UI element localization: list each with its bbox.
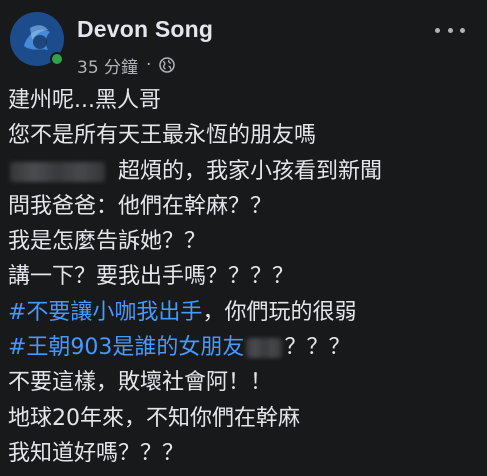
hashtag-link[interactable]: #王朝903是誰的女朋友: [8, 335, 244, 360]
post-line: 您不是所有天王最永恆的朋友嗎: [8, 123, 317, 149]
post-line: 我是怎麼告訴她？？: [8, 229, 207, 255]
post-body: 建州呢...黑人哥 您不是所有天王最永恆的朋友嗎 超煩的，我家小孩看到新聞 問我…: [8, 83, 483, 471]
hashtag-link[interactable]: #不要讓小咖我出手: [8, 300, 202, 325]
post-line: 建州呢...黑人哥: [8, 88, 161, 113]
post-line: 我知道好嗎？？？: [8, 440, 185, 466]
globe-icon[interactable]: [159, 57, 176, 73]
post-line: 問我爸爸：他們在幹麻？？: [8, 193, 273, 219]
post-line: 講一下？要我出手嗎？？？？: [8, 264, 295, 290]
post-line: 不要這樣，敗壞社會阿！！: [8, 370, 273, 396]
facebook-post: Devon Song 35 分鐘 · 建州呢...黑人哥 您不是所有天王最永恆的…: [0, 0, 487, 476]
post-timestamp[interactable]: 35 分鐘: [77, 53, 138, 78]
post-line: 超煩的，我家小孩看到新聞: [8, 154, 483, 189]
blurred-name: [246, 338, 283, 359]
post-line: #王朝903是誰的女朋友？？？: [8, 335, 351, 361]
author-name[interactable]: Devon Song: [77, 16, 213, 43]
post-header: Devon Song 35 分鐘 ·: [10, 12, 477, 78]
post-meta: 35 分鐘 ·: [77, 53, 176, 78]
post-line: 地球20年來，不知你們在幹麻: [8, 405, 300, 431]
post-line: #不要讓小咖我出手，你們玩的很弱: [8, 299, 357, 325]
more-options-icon[interactable]: [435, 18, 465, 42]
online-status-dot: [50, 52, 64, 66]
meta-separator: ·: [146, 55, 152, 75]
blurred-name: [10, 161, 105, 182]
